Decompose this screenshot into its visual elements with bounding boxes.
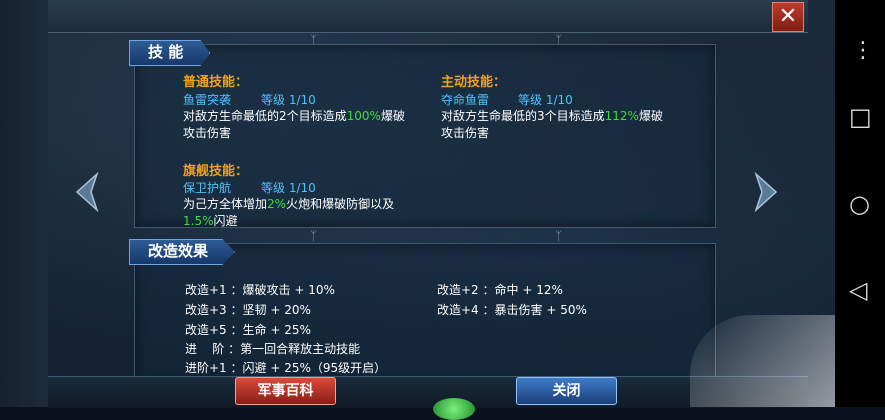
green-orb-icon [433,398,475,420]
mod-line: 改造+3 ：坚韧 + 20% [185,303,311,317]
mod-line: 进阶+1 ：闪避 + 25%（95级开启） [185,361,387,375]
flagship-skill-level: 等级 1/10 [261,181,316,195]
close-button[interactable]: 关闭 [516,377,617,405]
active-skill-desc: 对敌方生命最低的3个目标造成112%爆破攻击伤害 [441,109,663,140]
phone-left-edge [0,0,48,407]
normal-skill-desc: 对敌方生命最低的2个目标造成100%爆破攻击伤害 [183,109,405,140]
mod-line: 改造+5 ：生命 + 25% [185,323,311,337]
mod-line: 改造+1 ：爆破攻击 + 10% [185,283,335,297]
mod-line: 改造+4 ：暴击伤害 + 50% [437,303,587,317]
normal-skill-level: 等级 1/10 [261,93,316,107]
next-arrow-icon[interactable] [752,171,780,213]
normal-skill-name: 鱼雷突袭 [183,93,232,107]
normal-skill-header: 普通技能： [183,75,249,90]
home-icon[interactable]: ○ [849,190,870,218]
separator-deco: ᛉ [310,229,318,243]
menu-dots-icon[interactable]: ⋮ [852,38,874,63]
flagship-skill-header: 旗舰技能： [183,164,249,179]
active-skill-header: 主动技能： [441,75,507,90]
recent-apps-icon[interactable]: □ [849,103,872,131]
encyclopedia-button[interactable]: 军事百科 [235,377,336,405]
prev-arrow-icon[interactable] [73,171,101,213]
watermark-logo [690,315,835,407]
flagship-skill-name: 保卫护航 [183,181,232,195]
mod-line: 改造+2 ：命中 + 12% [437,283,563,297]
close-x-button[interactable]: ✕ [772,2,804,32]
separator-deco: ᛉ [555,229,563,243]
flagship-skill-desc: 为己方全体增加2%火炮和爆破防御以及1.5%闪避 [183,197,395,228]
modification-tab-label: 改造效果 [129,239,236,265]
skills-tab-label: 技 能 [129,40,211,66]
active-skill-level: 等级 1/10 [518,93,573,107]
window-top-frame [48,0,808,33]
back-icon[interactable]: ◁ [849,276,867,304]
active-skill-name: 夺命鱼雷 [441,93,490,107]
mod-line: 进 阶 ：第一回合释放主动技能 [185,342,361,356]
